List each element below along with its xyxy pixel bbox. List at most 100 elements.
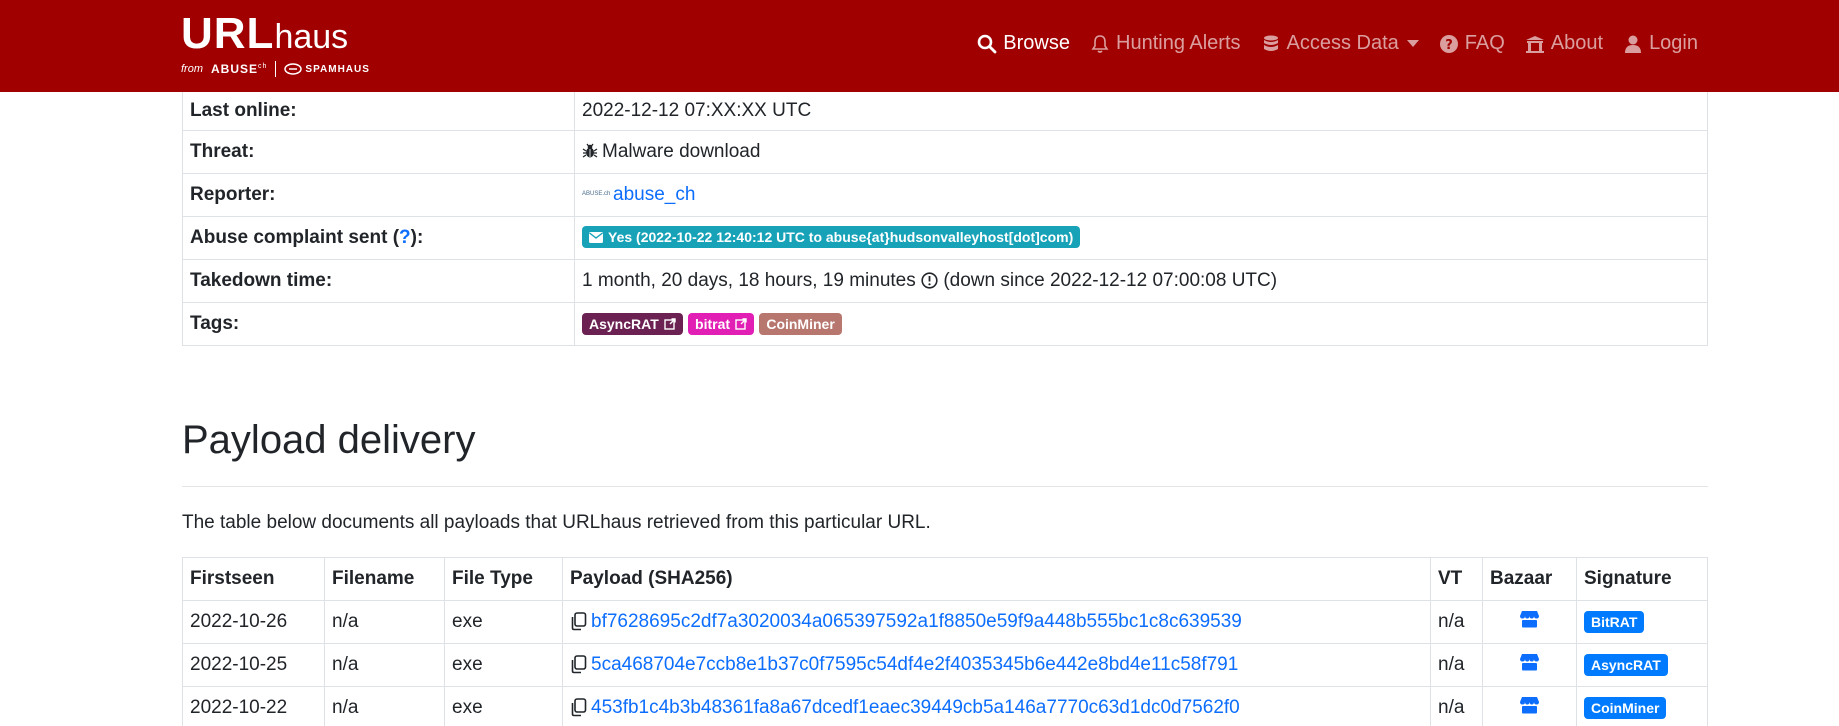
exclamation-circle-icon[interactable] [921, 271, 938, 289]
signature-badge[interactable]: AsyncRAT [1584, 654, 1668, 676]
chevron-down-icon [1406, 40, 1419, 47]
payload-table: Firstseen Filename File Type Payload (SH… [182, 557, 1708, 726]
nav-hunting-label: Hunting Alerts [1116, 32, 1241, 54]
urlhaus-logo[interactable]: URLhaus from ABUSEch SPAMHAUS [181, 12, 370, 77]
firstseen-cell: 2022-10-26 [182, 600, 325, 644]
signature-cell: BitRAT [1576, 600, 1708, 644]
payload-hash-link[interactable]: bf7628695c2df7a3020034a065397592a1f8850e… [591, 611, 1242, 632]
tags-label: Tags: [182, 301, 575, 346]
takedown-duration: 1 month, 20 days, 18 hours, 19 minutes [582, 269, 916, 291]
logo-from: from [181, 63, 203, 75]
takedown-cell: 1 month, 20 days, 18 hours, 19 minutes (… [574, 258, 1708, 303]
vt-cell: n/a [1430, 643, 1483, 687]
section-title: Payload delivery [182, 418, 476, 462]
url-info-table: Last online: 2022-12-12 07:XX:XX UTC Thr… [182, 92, 1708, 346]
database-icon [1263, 35, 1278, 51]
threat-label: Threat: [182, 129, 575, 174]
bazaar-cell [1482, 643, 1577, 687]
col-filetype[interactable]: File Type [444, 557, 563, 601]
copy-icon[interactable] [570, 655, 587, 674]
col-vt[interactable]: VT [1430, 557, 1483, 601]
threat-cell: Malware download [574, 129, 1708, 174]
last-online-value: 2022-12-12 07:XX:XX UTC [574, 92, 1708, 131]
abuse-complaint-cell: Yes (2022-10-22 12:40:12 UTC to abuse{at… [574, 215, 1708, 260]
col-bazaar[interactable]: Bazaar [1482, 557, 1577, 601]
col-filename[interactable]: Filename [324, 557, 445, 601]
signature-cell: CoinMiner [1576, 686, 1708, 726]
bazaar-cell [1482, 686, 1577, 726]
section-description: The table below documents all payloads t… [182, 512, 931, 533]
filetype-cell: exe [444, 643, 563, 687]
vt-cell: n/a [1430, 600, 1483, 644]
tag-bitrat[interactable]: bitrat [688, 312, 755, 335]
bazaar-cell [1482, 600, 1577, 644]
signature-cell: AsyncRAT [1576, 643, 1708, 687]
tag-coinminer[interactable]: CoinMiner [759, 312, 842, 335]
table-row: 2022-10-26 n/a exe bf7628695c2df7a302003… [182, 600, 1708, 644]
store-icon[interactable] [1519, 653, 1540, 671]
reporter-link[interactable]: abuse_ch [613, 184, 695, 205]
payload-hash-link[interactable]: 453fb1c4b3b48361fa8a67dcedf1eaec39449cb5… [591, 697, 1240, 718]
filetype-cell: exe [444, 600, 563, 644]
takedown-label: Takedown time: [182, 258, 575, 303]
nav-faq-label: FAQ [1464, 32, 1505, 54]
nav-browse[interactable]: Browse [977, 32, 1070, 55]
nav-access-data[interactable]: Access Data [1261, 32, 1419, 55]
row-last-online: Last online: 2022-12-12 07:XX:XX UTC [182, 92, 1708, 131]
nav-hunting-alerts[interactable]: Hunting Alerts [1090, 32, 1241, 55]
last-online-label: Last online: [182, 92, 575, 131]
complaint-badge: Yes (2022-10-22 12:40:12 UTC to abuse{at… [582, 226, 1081, 249]
nav-about[interactable]: About [1525, 32, 1603, 55]
signature-badge[interactable]: CoinMiner [1584, 697, 1667, 719]
search-icon [977, 34, 997, 53]
logo-divider [275, 61, 277, 77]
external-link-icon [735, 317, 747, 330]
row-takedown: Takedown time: 1 month, 20 days, 18 hour… [182, 258, 1708, 303]
row-threat: Threat: Malware download [182, 129, 1708, 174]
complaint-help-link[interactable]: ? [399, 227, 411, 248]
logo-abuse: ABUSEch [211, 62, 268, 76]
copy-icon[interactable] [570, 612, 587, 631]
col-payload[interactable]: Payload (SHA256) [562, 557, 1431, 601]
nav-faq[interactable]: ? FAQ [1439, 32, 1505, 55]
tag-asyncrat[interactable]: AsyncRAT [582, 312, 683, 335]
firstseen-cell: 2022-10-25 [182, 643, 325, 687]
vt-cell: n/a [1430, 686, 1483, 726]
section-divider [182, 486, 1708, 487]
filetype-cell: exe [444, 686, 563, 726]
row-tags: Tags: AsyncRAT bitrat CoinMiner [182, 301, 1708, 346]
nav-access-label: Access Data [1286, 32, 1399, 54]
filename-cell: n/a [324, 686, 445, 726]
nav-login[interactable]: Login [1623, 32, 1698, 55]
table-row: 2022-10-25 n/a exe 5ca468704e7ccb8e1b37c… [182, 643, 1708, 687]
payload-cell: bf7628695c2df7a3020034a065397592a1f8850e… [562, 600, 1431, 644]
filename-cell: n/a [324, 643, 445, 687]
payload-hash-link[interactable]: 5ca468704e7ccb8e1b37c0f7595c54df4e2f4035… [591, 654, 1238, 675]
row-abuse-complaint: Abuse complaint sent (?): Yes (2022-10-2… [182, 215, 1708, 260]
store-icon[interactable] [1519, 610, 1540, 628]
col-firstseen[interactable]: Firstseen [182, 557, 325, 601]
main-nav: Browse Hunting Alerts Access Data ? FAQ … [957, 32, 1698, 55]
nav-login-label: Login [1649, 32, 1698, 54]
reporter-label: Reporter: [182, 172, 575, 217]
filename-cell: n/a [324, 600, 445, 644]
nav-about-label: About [1550, 32, 1604, 54]
complaint-text: Yes (2022-10-22 12:40:12 UTC to abuse{at… [608, 229, 1074, 246]
bell-icon [1091, 34, 1109, 53]
copy-icon[interactable] [570, 698, 587, 717]
external-link-icon [664, 317, 676, 330]
envelope-icon [589, 231, 603, 243]
spamhaus-icon [284, 63, 303, 75]
payload-cell: 5ca468704e7ccb8e1b37c0f7595c54df4e2f4035… [562, 643, 1431, 687]
reporter-logo: ABUSE.ch [582, 191, 611, 198]
building-icon [1525, 35, 1544, 53]
col-signature[interactable]: Signature [1576, 557, 1708, 601]
reporter-cell: ABUSE.ch abuse_ch [574, 172, 1708, 217]
logo-subline: from ABUSEch SPAMHAUS [181, 61, 370, 77]
signature-badge[interactable]: BitRAT [1584, 611, 1645, 633]
payload-header-row: Firstseen Filename File Type Payload (SH… [182, 557, 1708, 601]
store-icon[interactable] [1519, 696, 1540, 714]
tags-cell: AsyncRAT bitrat CoinMiner [574, 301, 1708, 346]
payload-cell: 453fb1c4b3b48361fa8a67dcedf1eaec39449cb5… [562, 686, 1431, 726]
logo-haus-text: haus [274, 18, 349, 56]
